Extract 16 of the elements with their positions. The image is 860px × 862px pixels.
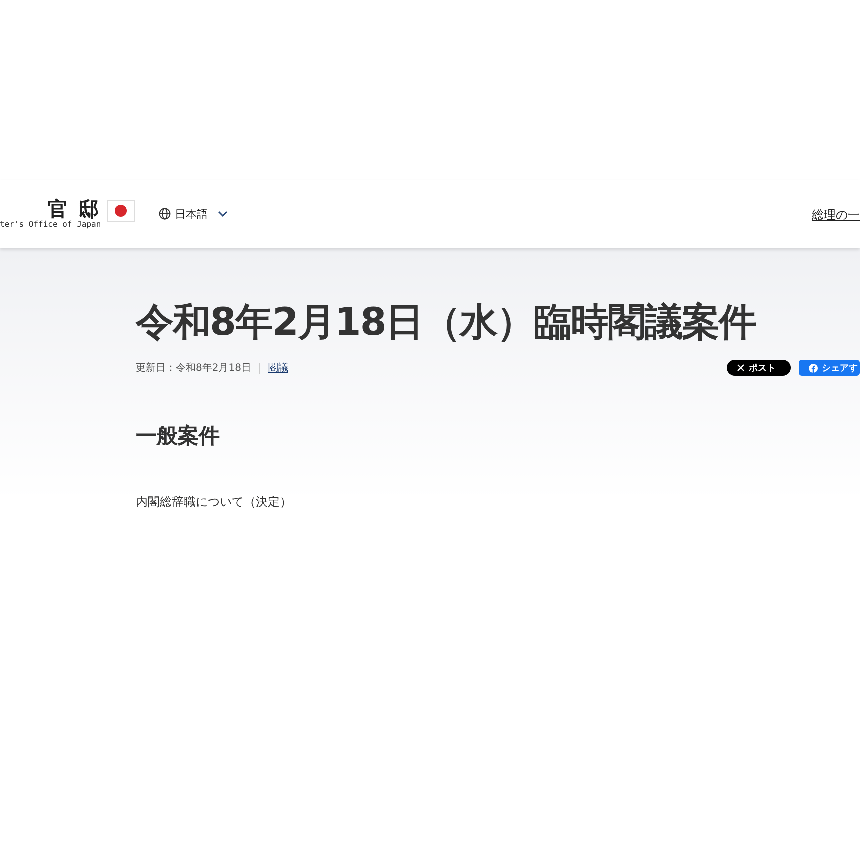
category-link[interactable]: 閣議: [268, 361, 288, 375]
globe-icon: [159, 208, 172, 220]
post-button[interactable]: ポスト: [727, 360, 791, 376]
share-button[interactable]: シェアす: [799, 360, 860, 376]
flag-icon: [107, 200, 136, 222]
language-selector[interactable]: 日本語: [159, 206, 228, 222]
x-icon: [737, 364, 745, 372]
nav-link[interactable]: 総理の一: [812, 204, 860, 224]
agenda-item: 内閣総辞職について（決定）: [136, 494, 293, 511]
page-title: 令和8年2月18日（水）臨時閣議案件: [136, 299, 758, 346]
logo-title: 官 邸: [48, 198, 102, 220]
chevron-down-icon: [218, 211, 228, 217]
section-heading: 一般案件: [136, 423, 221, 450]
logo-subtitle: ter's Office of Japan: [0, 220, 102, 230]
updated-date: 更新日：令和8年2月18日: [136, 362, 252, 375]
facebook-icon: [809, 364, 818, 372]
